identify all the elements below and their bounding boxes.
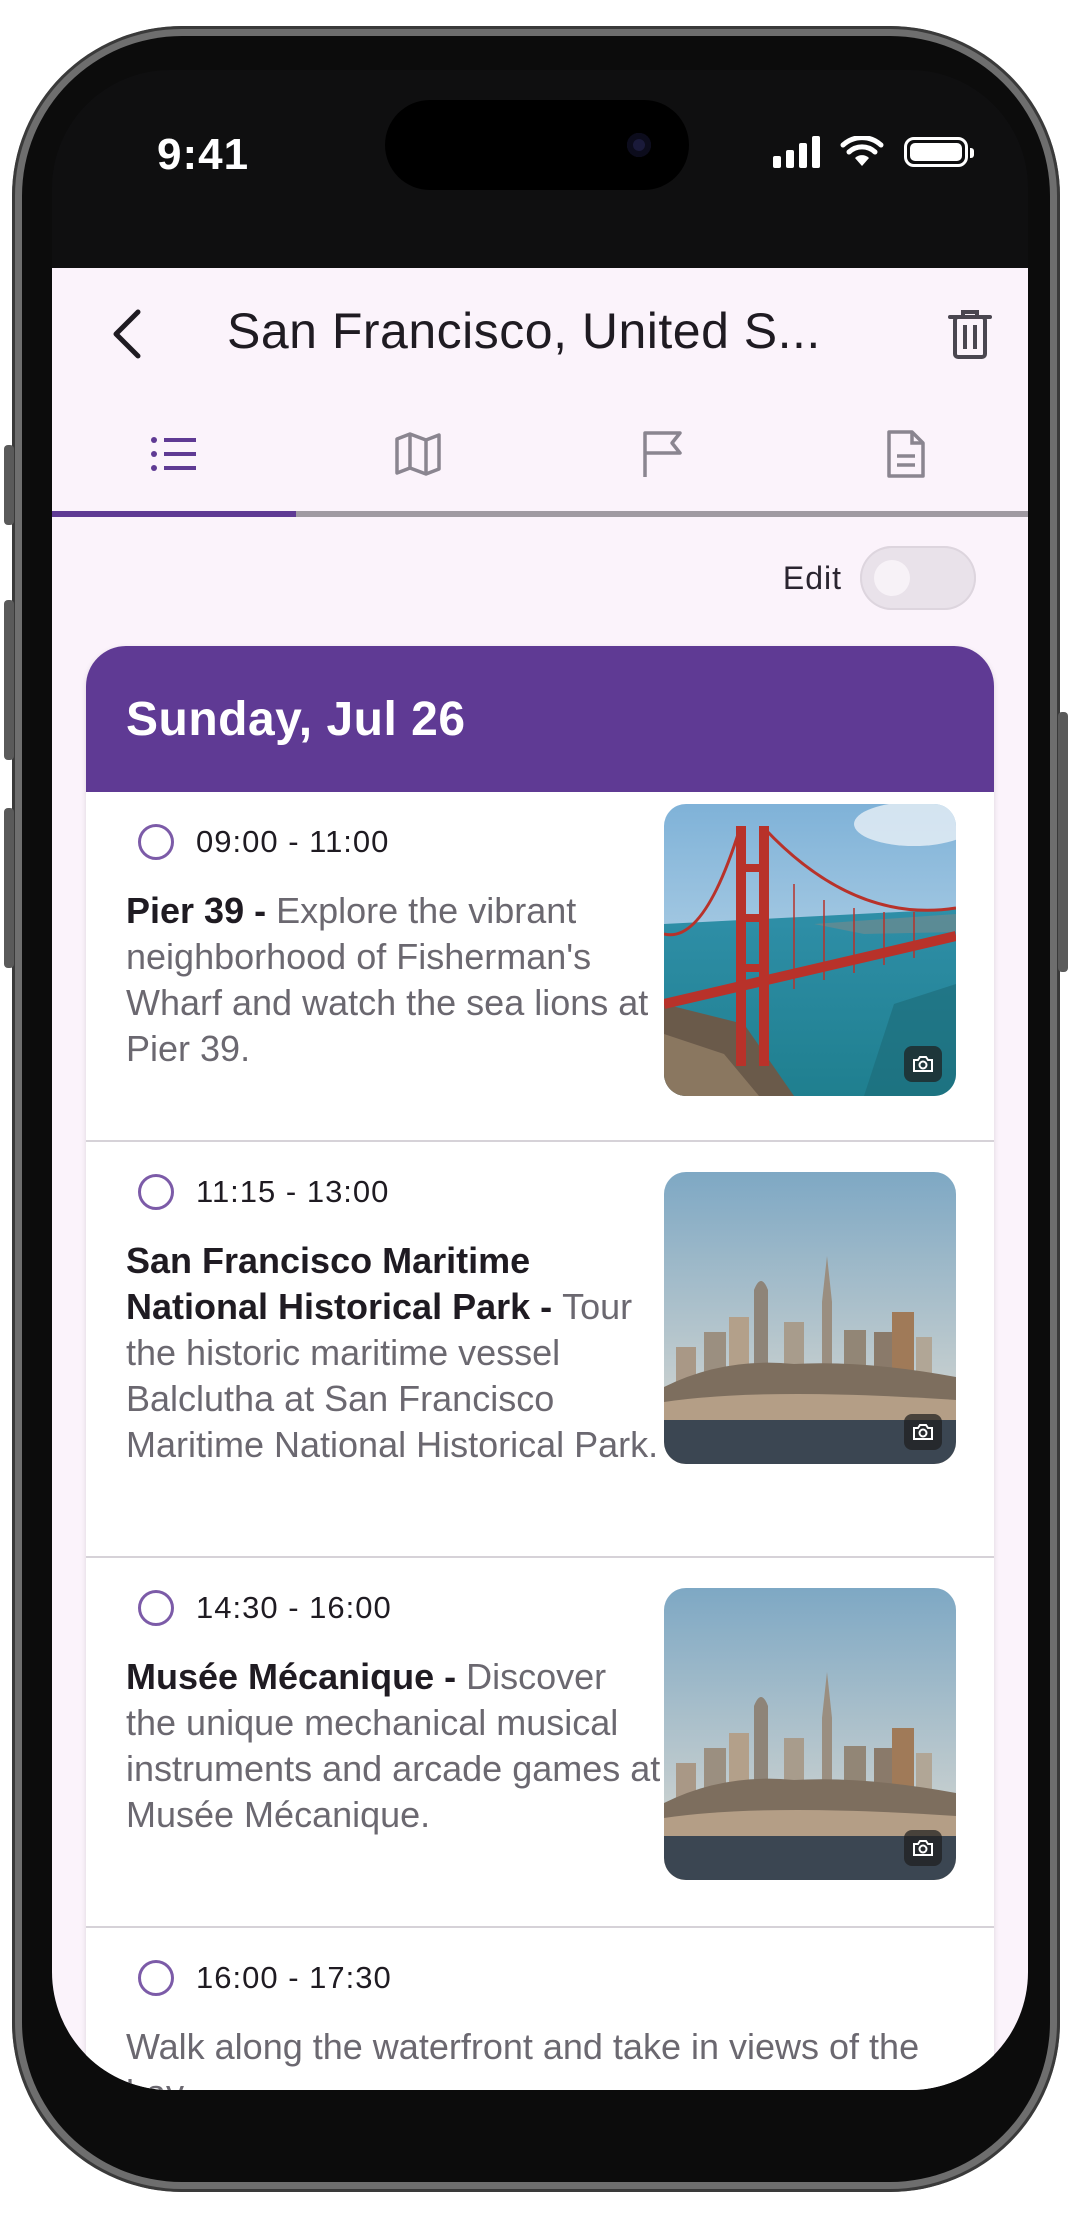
edit-row: Edit — [783, 546, 976, 610]
activity-item[interactable]: 14:30 - 16:00 Musée Mécanique - Discover… — [86, 1558, 994, 1928]
document-icon — [887, 430, 925, 478]
activity-time: 16:00 - 17:30 — [196, 1960, 392, 1995]
activity-time: 11:15 - 13:00 — [196, 1174, 390, 1209]
day-title: Sunday, Jul 26 — [126, 692, 466, 746]
camera-icon[interactable] — [904, 1830, 942, 1866]
volume-down-button — [4, 808, 14, 968]
app-content: San Francisco, United S... Edit Sunday, … — [52, 268, 1028, 2090]
edit-toggle[interactable] — [860, 546, 976, 610]
activity-time: 09:00 - 11:00 — [196, 824, 390, 859]
tab-itinerary[interactable] — [52, 398, 296, 510]
complete-radio[interactable] — [138, 1174, 174, 1210]
activity-description: Walk along the waterfront and take in vi… — [126, 2026, 920, 2090]
tab-bar — [52, 398, 1028, 510]
chevron-left-icon — [113, 309, 141, 359]
cellular-signal-icon — [773, 136, 820, 168]
mute-switch — [4, 445, 14, 525]
back-button[interactable] — [92, 298, 164, 370]
flag-icon — [643, 431, 682, 477]
tab-notes[interactable] — [784, 398, 1028, 510]
status-icons — [773, 136, 974, 168]
activity-item[interactable]: 16:00 - 17:30 Walk along the waterfront … — [86, 1928, 994, 2090]
status-time: 9:41 — [157, 130, 250, 179]
map-icon — [395, 432, 441, 476]
volume-up-button — [4, 600, 14, 760]
page-title: San Francisco, United S... — [227, 303, 821, 359]
wifi-icon — [840, 136, 884, 166]
activity-place: Musée Mécanique - — [126, 1656, 467, 1697]
status-bar: 9:41 — [52, 70, 1028, 268]
complete-radio[interactable] — [138, 1960, 174, 1996]
trash-icon — [948, 310, 992, 359]
tab-places[interactable] — [540, 398, 784, 510]
tab-indicator — [52, 511, 296, 517]
activity-photo[interactable] — [664, 1172, 956, 1464]
battery-icon — [904, 137, 974, 167]
day-card: Sunday, Jul 26 09:00 - 11:00 Pier 39 - E… — [86, 646, 994, 2090]
edit-label: Edit — [782, 559, 842, 596]
app-bar: San Francisco, United S... — [52, 268, 1028, 398]
activity-item[interactable]: 09:00 - 11:00 Pier 39 - Explore the vibr… — [86, 792, 994, 1142]
tab-map[interactable] — [296, 398, 540, 510]
toggle-knob — [874, 560, 910, 596]
camera-icon[interactable] — [904, 1046, 942, 1082]
dynamic-island — [385, 100, 689, 190]
activity-time: 14:30 - 16:00 — [196, 1590, 392, 1625]
day-header: Sunday, Jul 26 — [86, 646, 994, 792]
activity-photo[interactable] — [664, 1588, 956, 1880]
complete-radio[interactable] — [138, 824, 174, 860]
list-icon — [151, 437, 196, 471]
power-button — [1058, 712, 1068, 972]
activity-item[interactable]: 11:15 - 13:00 San Francisco Maritime Nat… — [86, 1142, 994, 1558]
camera-lens — [627, 133, 651, 157]
activity-place: San Francisco Maritime National Historic… — [126, 1240, 563, 1327]
screen: 9:41 San Francisco, United S... Edit Sun… — [52, 70, 1028, 2090]
activity-place: Pier 39 - — [126, 890, 277, 931]
camera-icon[interactable] — [904, 1414, 942, 1450]
activity-photo[interactable] — [664, 804, 956, 1096]
delete-button[interactable] — [934, 298, 1006, 370]
complete-radio[interactable] — [138, 1590, 174, 1626]
